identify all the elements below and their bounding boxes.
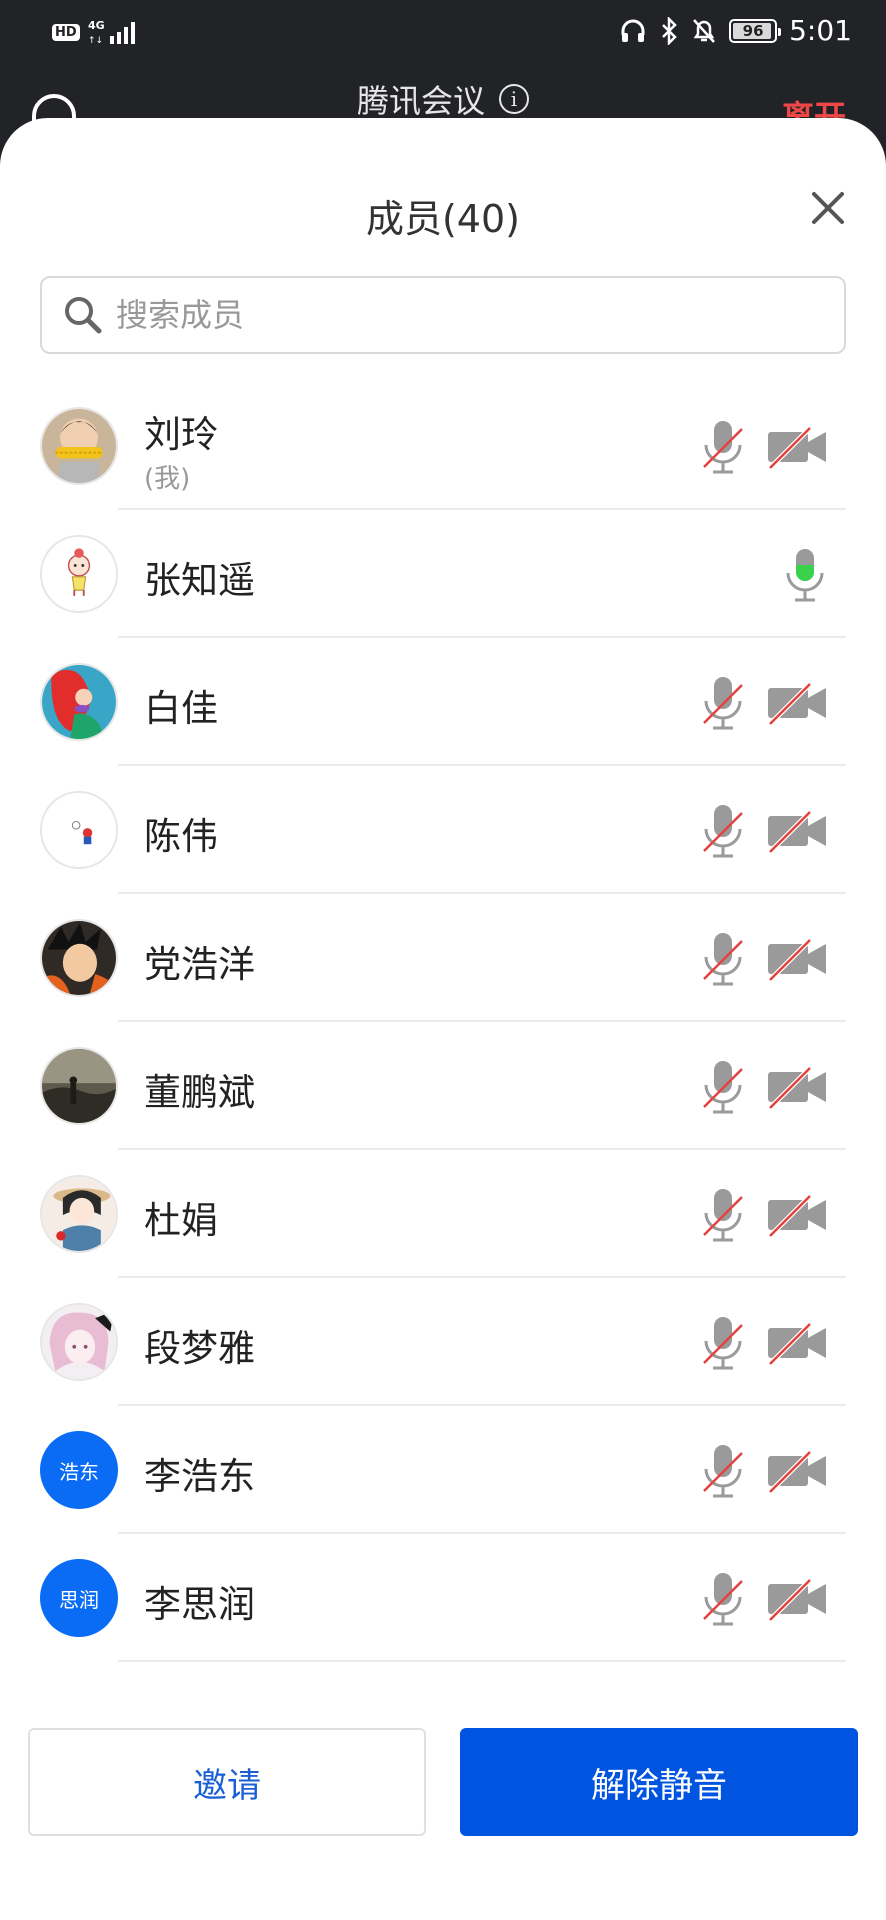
svg-text:4G: 4G [88,19,105,32]
avatar [40,663,118,741]
member-name: 段梦雅 [144,1327,255,1370]
member-row[interactable]: 白佳 [0,638,886,766]
camera-off-icon[interactable] [766,1576,828,1622]
svg-text:↑↓: ↑↓ [88,36,103,46]
avatar [40,791,118,869]
member-row[interactable]: 杜娟 [0,1150,886,1278]
member-row[interactable]: 张知遥 [0,510,886,638]
member-name: 党浩洋 [144,943,255,986]
mic-muted-icon[interactable] [700,1315,746,1371]
member-row[interactable]: 董鹏斌 [0,1022,886,1150]
status-left: HD 4G ↑↓ [52,18,144,46]
mic-muted-icon[interactable] [700,419,746,475]
member-row[interactable]: 陈伟 [0,766,886,894]
hd-badge: HD [52,23,80,41]
battery-indicator: 96 [729,18,782,43]
camera-off-icon[interactable] [766,1448,828,1494]
member-name: 董鹏斌 [144,1071,255,1114]
avatar-small-cartoon-icon [42,793,116,867]
member-name: 白佳 [144,687,218,730]
mic-muted-icon[interactable] [700,675,746,731]
status-bar: HD 4G ↑↓ 96 5:01 [0,0,886,64]
member-name: 杜娟 [144,1199,218,1242]
avatar [40,407,118,485]
members-sheet: 成员(40) 刘玲 (我) 张知遥 [0,118,886,1920]
member-row[interactable]: 浩东 李浩东 [0,1406,886,1534]
avatar [40,919,118,997]
avatar-mermaid-icon [42,665,116,739]
avatar-anime-goku-icon [42,921,116,995]
battery-level: 96 [742,21,764,40]
camera-off-icon[interactable] [766,680,828,726]
search-icon [65,297,102,334]
bell-off-icon [693,18,716,43]
avatar [40,535,118,613]
camera-off-icon[interactable] [766,1192,828,1238]
close-icon [812,192,844,224]
avatar [40,1303,118,1381]
unmute-all-button[interactable]: 解除静音 [460,1728,858,1836]
member-name: 李思润 [144,1583,255,1626]
member-row[interactable]: 思润 李思润 [0,1534,886,1662]
meeting-title[interactable]: 腾讯会议 i [0,76,886,122]
meeting-header: 腾讯会议 i 离开 [0,64,886,138]
member-self-tag: (我) [144,464,191,494]
close-button[interactable] [806,186,850,230]
bluetooth-icon [662,16,677,45]
camera-off-icon[interactable] [766,1320,828,1366]
avatar: 浩东 [40,1431,118,1509]
camera-off-icon[interactable] [766,808,828,854]
avatar: 思润 [40,1559,118,1637]
member-row[interactable]: 段梦雅 [0,1278,886,1406]
member-row[interactable]: 党浩洋 [0,894,886,1022]
member-name: 刘玲 [144,413,218,456]
member-name: 陈伟 [144,815,218,858]
avatar-dusk-photo-icon [42,1049,116,1123]
mic-speaking-icon[interactable] [782,547,828,603]
info-icon[interactable]: i [499,84,529,114]
mic-muted-icon[interactable] [700,931,746,987]
avatar-snow-white-icon [42,1177,116,1251]
member-list: 刘玲 (我) 张知遥 白佳 陈伟 党浩洋 董鹏斌 杜娟 段梦雅 浩东 李浩东 思… [0,382,886,1662]
headphones-icon [621,19,645,42]
camera-off-icon[interactable] [766,936,828,982]
camera-off-icon[interactable] [766,1064,828,1110]
sheet-title: 成员(40) [365,197,520,241]
search-box[interactable] [40,276,846,354]
avatar [40,1047,118,1125]
avatar-photo-girl-icon [42,409,116,483]
member-row[interactable]: 刘玲 (我) [0,382,886,510]
clock-time: 5:01 [789,14,852,47]
avatar [40,1175,118,1253]
mic-muted-icon[interactable] [700,1571,746,1627]
camera-off-icon[interactable] [766,424,828,470]
search-input[interactable] [116,296,796,334]
mic-muted-icon[interactable] [700,803,746,859]
member-name: 李浩东 [144,1455,255,1498]
mic-muted-icon[interactable] [700,1059,746,1115]
mic-muted-icon[interactable] [700,1187,746,1243]
mic-muted-icon[interactable] [700,1443,746,1499]
avatar-anime-girl-icon [42,1305,116,1379]
member-name: 张知遥 [144,559,255,602]
meeting-title-text: 腾讯会议 [356,82,485,120]
avatar-cartoon-girl-icon [42,537,116,611]
row-divider [118,1660,846,1662]
signal-icon: 4G ↑↓ [88,19,135,46]
invite-button[interactable]: 邀请 [28,1728,426,1836]
status-right: 96 5:01 [619,14,852,47]
